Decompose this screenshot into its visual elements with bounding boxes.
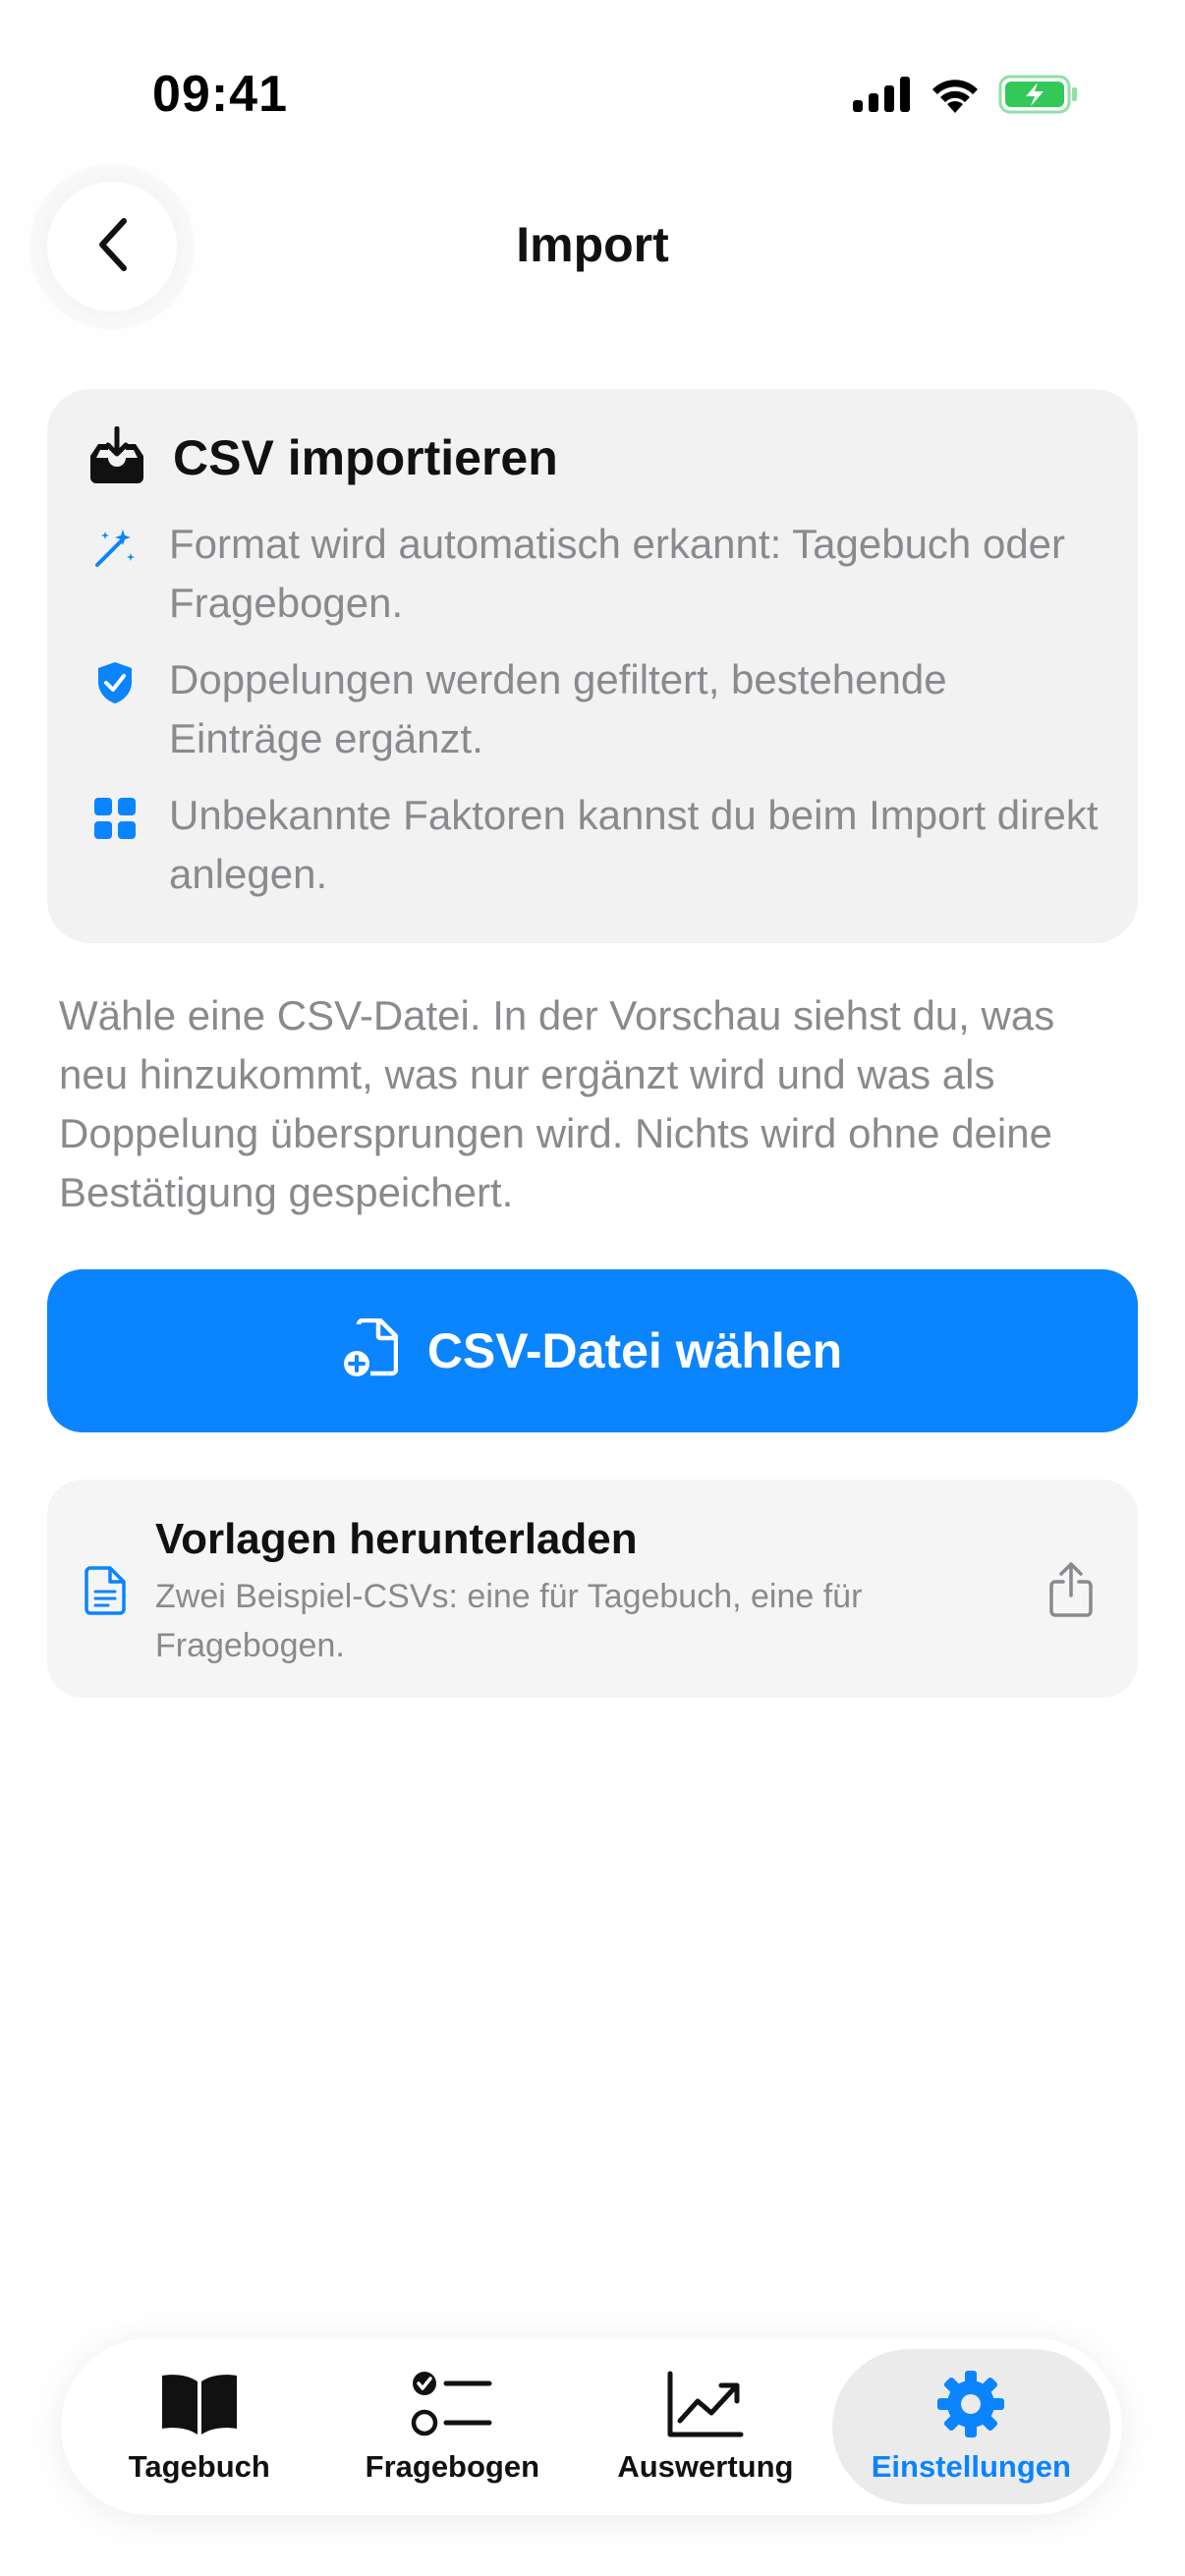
shield-check-icon — [90, 658, 140, 707]
tab-label-einstellungen: Einstellungen — [871, 2449, 1071, 2484]
chart-trend-icon — [666, 2369, 745, 2439]
card-header: CSV importieren — [86, 425, 558, 488]
info-row-duplicates: Doppelungen werden gefiltert, bestehende… — [90, 650, 1099, 768]
import-description: Wähle eine CSV-Datei. In der Vorschau si… — [59, 992, 1055, 1215]
status-bar: 09:41 — [0, 0, 1185, 187]
info-row-factors: Unbekannte Faktoren kannst du beim Impor… — [90, 786, 1099, 904]
template-subtitle: Zwei Beispiel-CSVs: eine für Tagebuch, e… — [155, 1578, 863, 1664]
tab-label-tagebuch: Tagebuch — [128, 2449, 270, 2484]
tab-label-auswertung: Auswertung — [617, 2449, 794, 2484]
tab-einstellungen[interactable]: Einstellungen — [831, 2349, 1110, 2504]
info-text-duplicates: Doppelungen werden gefiltert, bestehende… — [169, 656, 947, 761]
tab-bar: Tagebuch Fragebogen Auswertung Einstellu… — [61, 2338, 1122, 2515]
document-add-icon — [343, 1317, 399, 1384]
checklist-icon — [411, 2369, 493, 2439]
info-row-format: Format wird automatisch erkannt: Tagebuc… — [90, 515, 1099, 633]
cellular-signal-icon — [853, 77, 912, 117]
share-icon[interactable] — [1042, 1560, 1100, 1619]
gear-icon — [935, 2369, 1006, 2439]
book-icon — [158, 2369, 241, 2439]
tab-auswertung[interactable]: Auswertung — [579, 2349, 832, 2504]
csv-info-card: CSV importieren Format wird automatisch … — [47, 389, 1138, 943]
battery-charging-icon — [998, 75, 1079, 119]
wifi-icon — [930, 76, 981, 118]
download-templates-card[interactable]: Vorlagen herunterladen Zwei Beispiel-CSV… — [47, 1480, 1138, 1698]
tab-label-fragebogen: Fragebogen — [365, 2449, 540, 2484]
tab-tagebuch[interactable]: Tagebuch — [73, 2349, 326, 2504]
choose-csv-label: CSV-Datei wählen — [426, 1323, 843, 1378]
magic-wand-icon — [90, 523, 140, 572]
choose-csv-button[interactable]: CSV-Datei wählen — [47, 1269, 1138, 1432]
grid-icon — [90, 794, 140, 843]
tab-fragebogen[interactable]: Fragebogen — [326, 2349, 580, 2504]
tray-download-icon — [86, 425, 147, 488]
status-time: 09:41 — [152, 66, 288, 123]
document-icon — [85, 1566, 126, 1620]
info-text-factors: Unbekannte Faktoren kannst du beim Impor… — [169, 792, 1099, 897]
template-title: Vorlagen herunterladen — [155, 1515, 638, 1563]
info-text-format: Format wird automatisch erkannt: Tagebuc… — [169, 521, 1066, 626]
page-title: Import — [516, 217, 669, 272]
status-icons — [853, 75, 1079, 119]
card-title: CSV importieren — [173, 429, 558, 485]
